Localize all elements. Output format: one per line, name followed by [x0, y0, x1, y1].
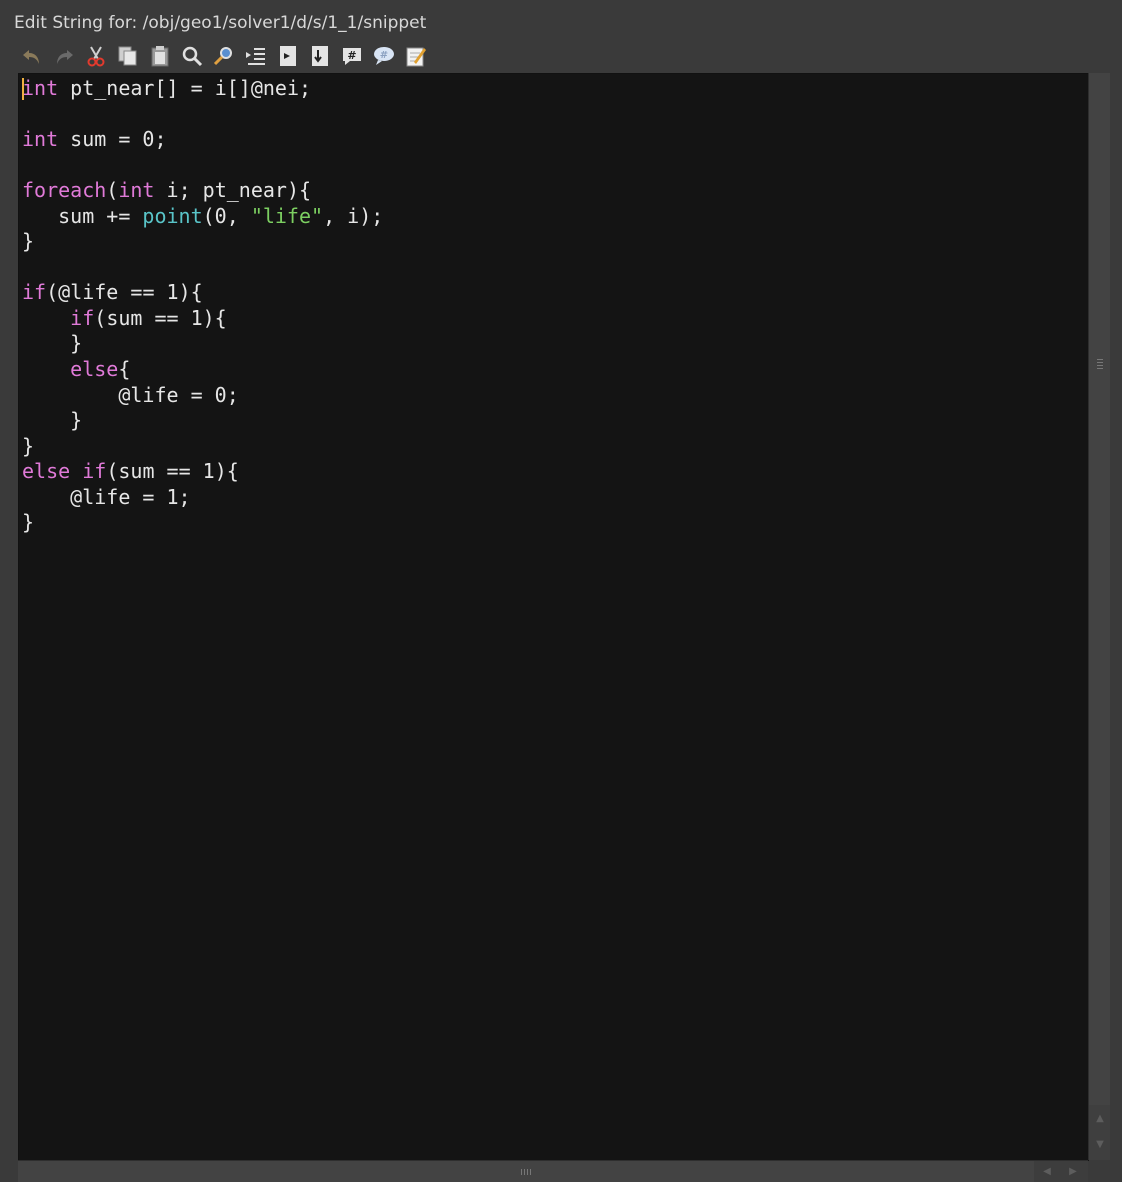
horizontal-scrollbar[interactable]: ◀ ▶	[18, 1160, 1088, 1182]
code-line: @life = 0;	[22, 382, 239, 407]
scroll-up-icon[interactable]: ▲	[1089, 1105, 1111, 1131]
window-edge	[1110, 73, 1122, 1181]
code-line: sum += point(0, "life", i);	[58, 203, 384, 228]
redo-icon[interactable]	[50, 42, 78, 70]
text-caret	[22, 78, 24, 100]
code-line: int pt_near[] = i[]@nei;	[22, 76, 312, 100]
horizontal-scroll-grip[interactable]	[521, 1169, 531, 1175]
window-title: Edit String for: /obj/geo1/solver1/d/s/1…	[14, 13, 427, 33]
goto-end-icon[interactable]	[306, 42, 334, 70]
undo-icon[interactable]	[18, 42, 46, 70]
code-editor[interactable]: int pt_near[] = i[]@nei; int sum = 0; fo…	[18, 73, 1089, 1161]
editor-toolbar: # #	[18, 40, 430, 72]
code-line: }	[22, 229, 35, 254]
comment-icon[interactable]: #	[338, 42, 366, 70]
scroll-left-icon[interactable]: ◀	[1034, 1161, 1060, 1182]
code-line: if(sum == 1){	[70, 305, 227, 330]
scroll-right-icon[interactable]: ▶	[1060, 1161, 1086, 1182]
code-line: else if(sum == 1){	[22, 459, 239, 484]
indent-icon[interactable]	[242, 42, 270, 70]
code-line: if(@life == 1){	[22, 280, 203, 305]
paste-icon[interactable]	[146, 42, 174, 70]
code-line: }	[22, 510, 35, 535]
code-text-area[interactable]: int pt_near[] = i[]@nei; int sum = 0; fo…	[22, 76, 1089, 1161]
svg-text:#: #	[380, 50, 388, 61]
find-replace-icon[interactable]	[210, 42, 238, 70]
uncomment-icon[interactable]: #	[370, 42, 398, 70]
cut-icon[interactable]	[82, 42, 110, 70]
copy-icon[interactable]	[114, 42, 142, 70]
code-line: }	[22, 408, 83, 433]
find-icon[interactable]	[178, 42, 206, 70]
code-line: else{	[70, 357, 131, 382]
vertical-scrollbar[interactable]: ▲ ▼	[1088, 73, 1111, 1160]
code-line: foreach(int i; pt_near){	[22, 178, 312, 203]
code-line: }	[22, 331, 83, 356]
vertical-scroll-grip[interactable]	[1097, 359, 1103, 369]
code-line: @life = 1;	[22, 484, 191, 509]
goto-line-icon[interactable]	[274, 42, 302, 70]
code-line: int sum = 0;	[22, 127, 167, 152]
scroll-down-icon[interactable]: ▼	[1089, 1131, 1111, 1157]
vertical-scroll-track[interactable]	[1089, 73, 1111, 1105]
code-line: }	[22, 433, 35, 458]
external-editor-icon[interactable]	[402, 42, 430, 70]
svg-text:#: #	[347, 49, 356, 62]
